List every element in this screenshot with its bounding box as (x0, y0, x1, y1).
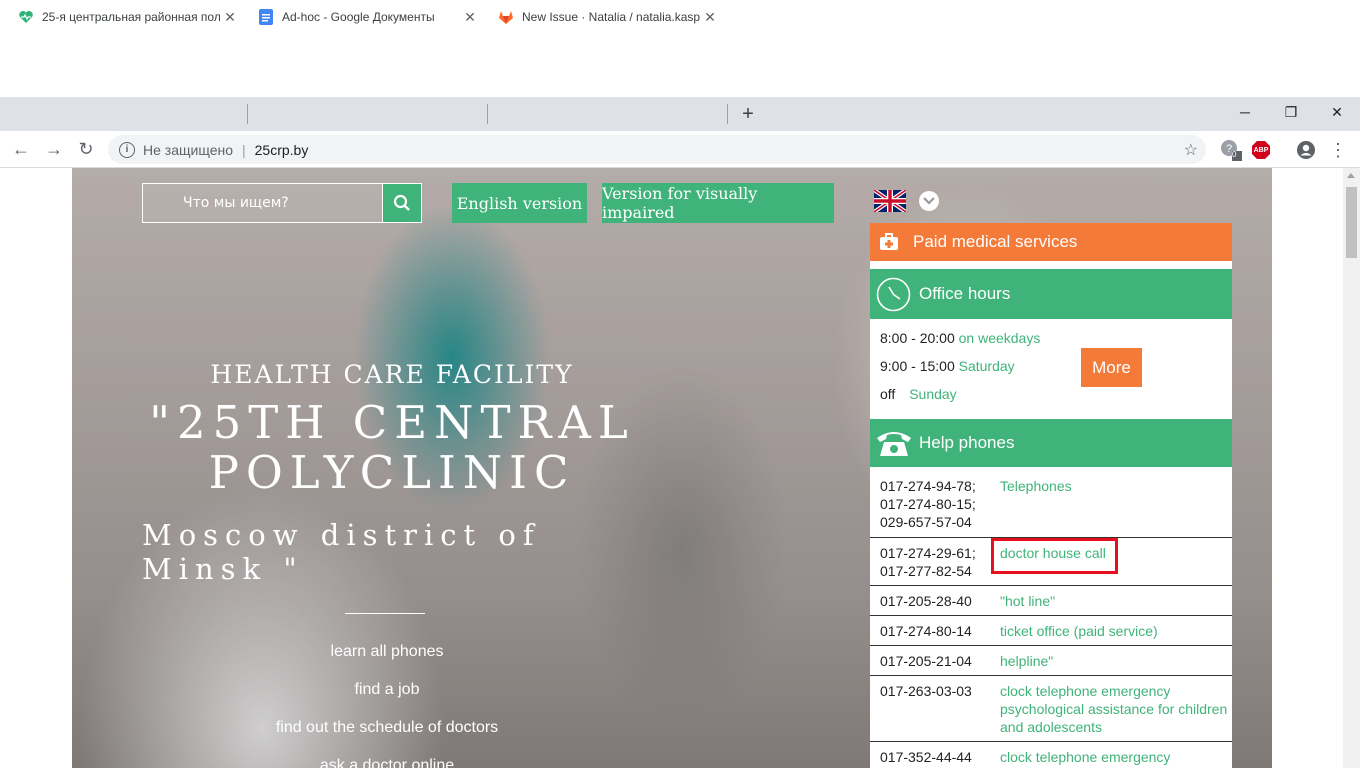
tab-title: New Issue · Natalia / natalia.kasp (522, 10, 700, 24)
search-input[interactable]: Что мы ищем? (142, 183, 383, 223)
adblock-plus-icon[interactable]: ABP (1251, 139, 1271, 161)
vertical-scrollbar[interactable] (1343, 168, 1360, 768)
highlight-annotation-box (991, 538, 1118, 574)
medical-kit-icon (879, 233, 899, 251)
phone-description-link[interactable]: helpline" (1000, 652, 1232, 670)
phone-number: 017-352-44-44 (880, 749, 972, 765)
tab-divider (727, 104, 728, 124)
google-docs-icon (258, 9, 274, 25)
phone-description-link[interactable]: ticket office (paid service) (1000, 622, 1232, 640)
heart-icon (18, 9, 34, 25)
help-phones-title: Help phones (919, 433, 1015, 452)
phone-description-link[interactable]: clock telephone emergency psychological … (1000, 682, 1232, 736)
learn-phones-link[interactable]: learn all phones (187, 643, 587, 661)
hero-district: Moscow district of Minsk " (142, 518, 541, 586)
english-version-button[interactable]: English version (452, 183, 587, 223)
office-hours-header: Office hours (870, 269, 1232, 319)
phone-description-link[interactable]: Telephones (1000, 477, 1232, 495)
address-bar[interactable]: i Не защищено | 25crp.by ☆ (108, 135, 1206, 164)
close-tab-icon[interactable]: ✕ (700, 9, 720, 26)
hours-sunday: off Sunday (880, 386, 957, 402)
tab-25crp[interactable]: 25-я центральная районная пол ✕ (8, 0, 246, 34)
hours-saturday: 9:00 - 15:00 Saturday (880, 358, 1015, 374)
hours-day-link[interactable]: Saturday (959, 358, 1015, 374)
help-phones-header: Help phones (870, 419, 1232, 467)
close-tab-icon[interactable]: ✕ (460, 9, 480, 26)
hours-time: 8:00 - 20:00 (880, 330, 955, 346)
phone-description-link[interactable]: "hot line" (1000, 592, 1232, 610)
scrollbar-thumb[interactable] (1346, 187, 1357, 258)
tab-divider (247, 104, 248, 124)
phone-number: 017-263-03-03 (880, 683, 972, 699)
phone-number: 017-205-21-04 (880, 653, 972, 669)
hero-divider (345, 613, 425, 614)
phone-row: 017-352-44-44 clock telephone emergency (870, 742, 1232, 768)
phone-row: 017-263-03-03 clock telephone emergency … (870, 676, 1232, 742)
hours-time: 9:00 - 15:00 (880, 358, 955, 374)
info-icon[interactable]: i (119, 141, 135, 158)
tab-title: Ad-hoc - Google Документы (282, 10, 435, 24)
new-tab-button[interactable]: + (735, 97, 761, 131)
search-button[interactable] (382, 183, 422, 223)
tab-gitlab[interactable]: New Issue · Natalia / natalia.kasp ✕ (488, 0, 726, 34)
divider: | (242, 141, 246, 158)
phone-row: 017-274-94-78; 017-274-80-15; 029-657-57… (870, 467, 1232, 538)
telephone-icon (875, 428, 913, 458)
clock-icon (876, 277, 911, 312)
language-dropdown-icon[interactable] (919, 191, 939, 211)
menu-icon[interactable]: ⋮ (1329, 139, 1347, 161)
phone-number: 017-274-80-14 (880, 623, 972, 639)
tab-google-docs[interactable]: Ad-hoc - Google Документы ✕ (248, 0, 486, 34)
extension-badge: 0 (1232, 150, 1237, 159)
scroll-up-arrow-icon[interactable] (1347, 173, 1355, 178)
browser-toolbar: ← → ↻ i Не защищено | 25crp.by ☆ ? 0 ABP… (0, 131, 1360, 168)
more-button[interactable]: More (1081, 348, 1142, 387)
maximize-button[interactable]: ❐ (1268, 97, 1314, 127)
close-tab-icon[interactable]: ✕ (220, 9, 240, 26)
phone-number: 017-274-29-61; 017-277-82-54 (880, 545, 976, 579)
tab-divider (487, 104, 488, 124)
find-job-link[interactable]: find a job (187, 681, 587, 699)
profile-avatar-icon[interactable] (1295, 139, 1317, 161)
ask-doctor-link[interactable]: ask a doctor online (187, 757, 587, 768)
hours-time: off (880, 386, 896, 402)
hours-day-link[interactable]: on weekdays (959, 330, 1041, 346)
phone-number: 017-274-94-78; 017-274-80-15; 029-657-57… (880, 478, 976, 530)
search-icon (393, 194, 410, 211)
phone-row: 017-205-28-40 "hot line" (870, 586, 1232, 616)
url-text[interactable]: 25crp.by (255, 142, 309, 158)
paid-services-button[interactable]: Paid medical services (870, 223, 1232, 261)
paid-services-label: Paid medical services (913, 232, 1078, 251)
close-window-button[interactable]: ✕ (1314, 97, 1360, 127)
gitlab-icon (498, 9, 514, 25)
spacer (870, 261, 1232, 269)
phone-description-link[interactable]: clock telephone emergency (1000, 748, 1232, 766)
bookmark-star-icon[interactable]: ☆ (1184, 140, 1198, 160)
hero-subtitle: HEALTH CARE FACILITY (210, 360, 574, 389)
visually-impaired-button[interactable]: Version for visually impaired (602, 183, 834, 223)
reload-button[interactable]: ↻ (74, 137, 98, 161)
security-label: Не защищено (143, 141, 233, 158)
phone-row: 017-205-21-04 helpline" (870, 646, 1232, 676)
doctor-schedule-link[interactable]: find out the schedule of doctors (187, 719, 587, 737)
minimize-button[interactable]: ─ (1222, 97, 1268, 127)
phone-number: 017-205-28-40 (880, 593, 972, 609)
back-button[interactable]: ← (9, 137, 33, 161)
uk-flag-icon[interactable] (874, 190, 906, 212)
phone-row: 017-274-80-14 ticket office (paid servic… (870, 616, 1232, 646)
extension-help-icon[interactable]: ? 0 (1219, 139, 1243, 161)
adblock-label: ABP (1253, 146, 1269, 154)
hours-day-link[interactable]: Sunday (909, 386, 956, 402)
tab-title: 25-я центральная районная пол (42, 10, 220, 24)
web-page: Что мы ищем? English version Version for… (0, 168, 1343, 768)
tab-strip (0, 97, 1360, 131)
office-hours-title: Office hours (919, 284, 1011, 303)
hero-title: "25TH CENTRAL POLYCLINIC (149, 396, 635, 499)
hours-weekdays: 8:00 - 20:00 on weekdays (880, 330, 1040, 346)
forward-button[interactable]: → (42, 137, 66, 161)
